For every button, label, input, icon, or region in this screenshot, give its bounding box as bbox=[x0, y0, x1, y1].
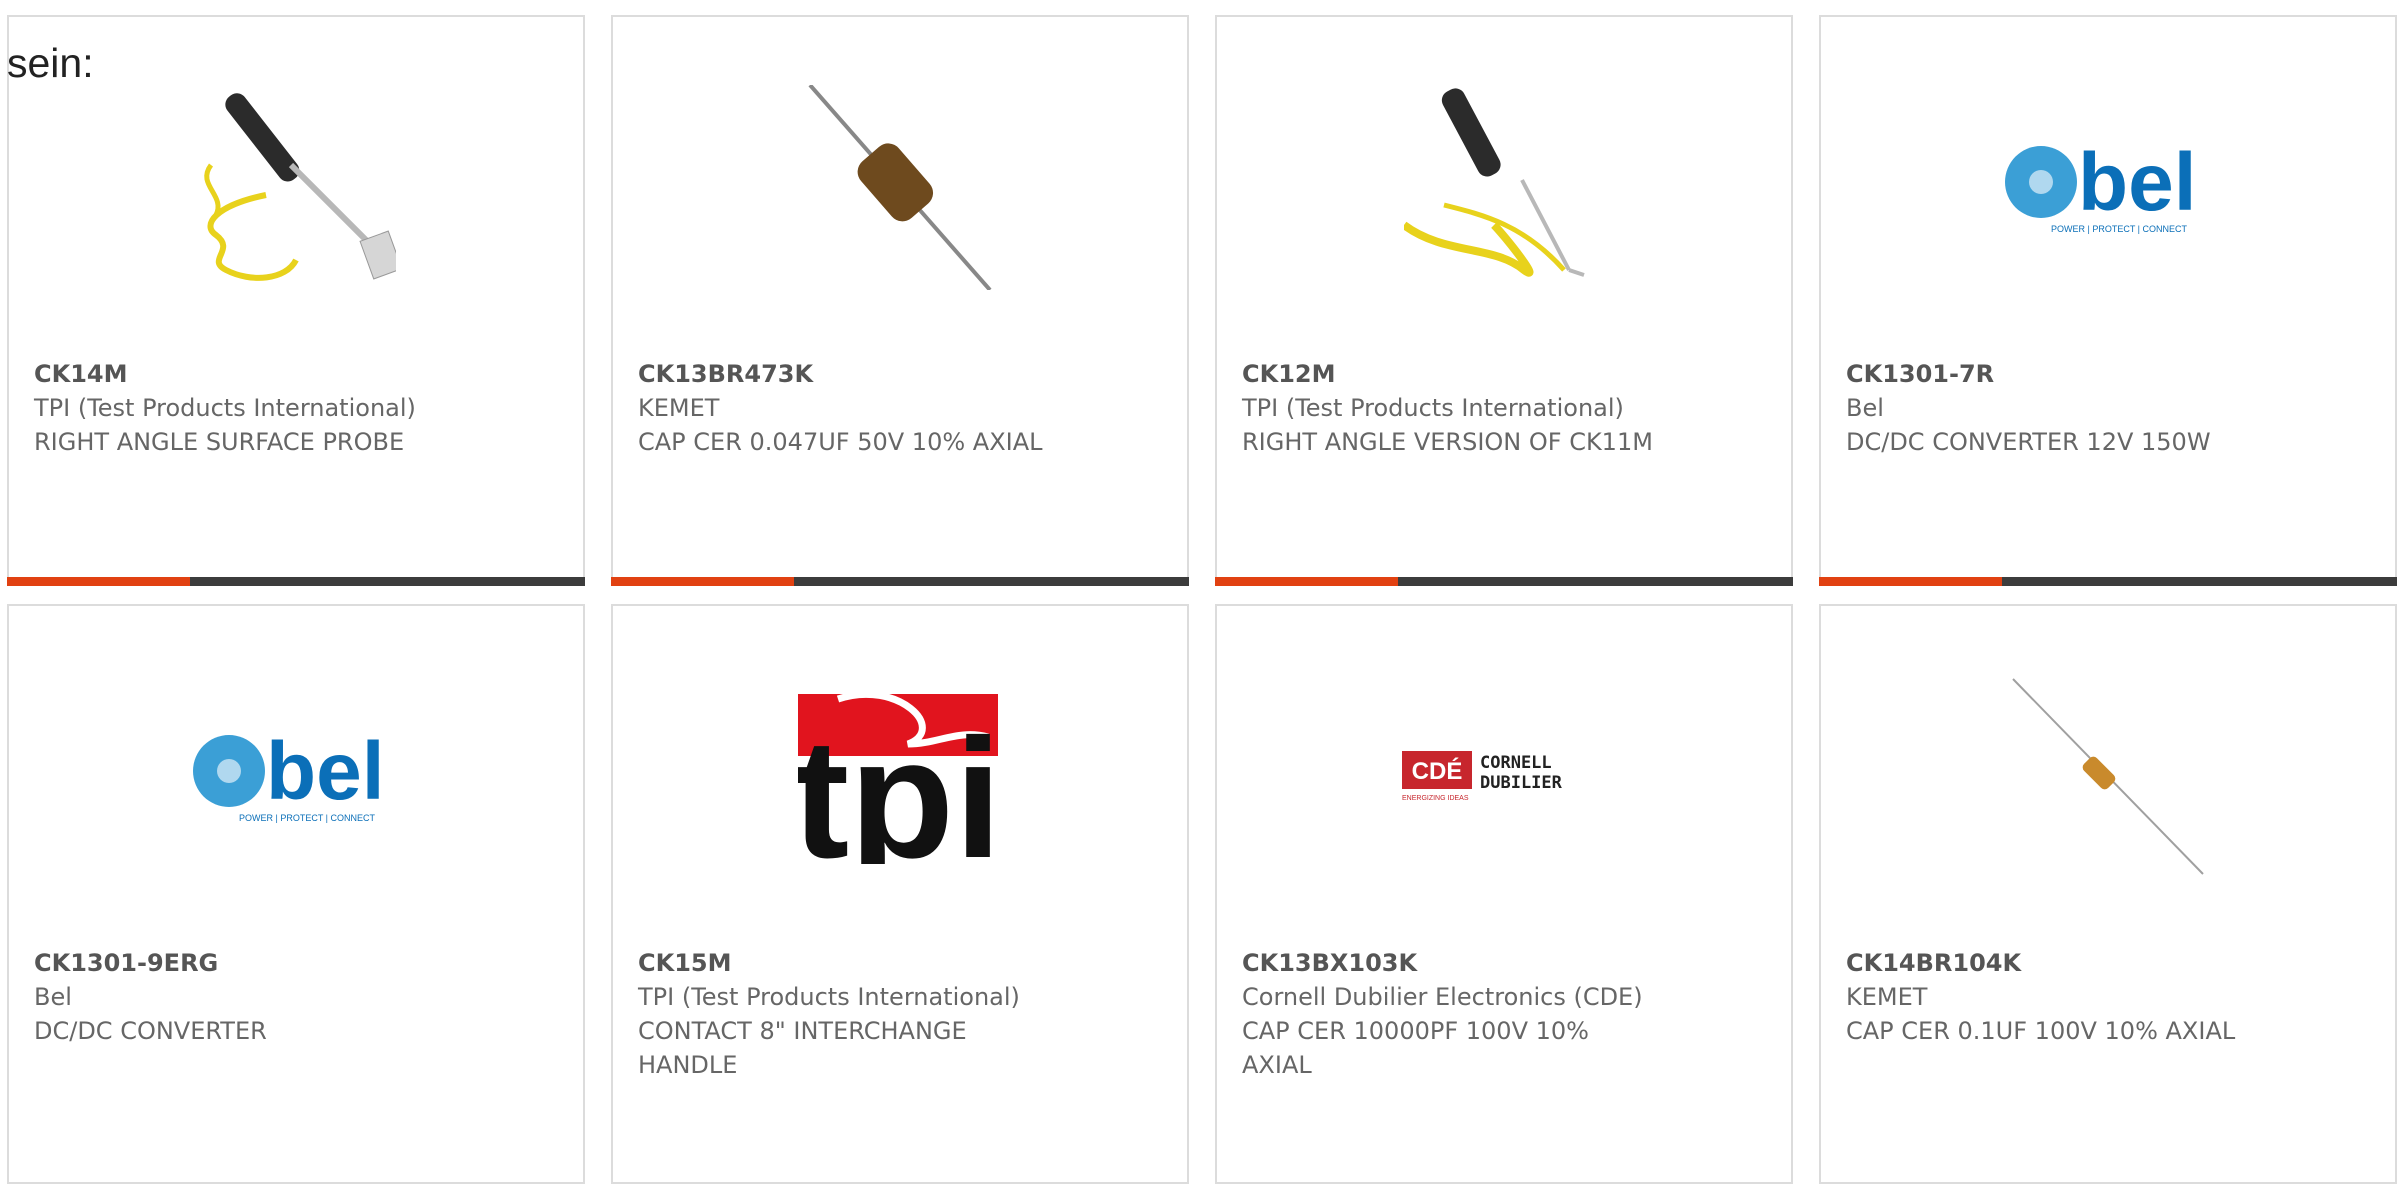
description: RIGHT ANGLE SURFACE PROBE bbox=[34, 428, 405, 456]
manufacturer: Cornell Dubilier Electronics (CDE) bbox=[1242, 983, 1643, 1011]
manufacturer: TPI (Test Products International) bbox=[34, 394, 416, 422]
product-card[interactable]: bel POWER | PROTECT | CONNECT CK1301-7R … bbox=[1819, 15, 2397, 586]
product-grid: CK14M TPI (Test Products International) … bbox=[0, 0, 2400, 1184]
manufacturer: KEMET bbox=[638, 394, 720, 422]
part-number[interactable]: CK13BX103K bbox=[1242, 946, 1771, 980]
description: CAP CER 0.1UF 100V 10% AXIAL bbox=[1846, 1017, 2236, 1045]
manufacturer: KEMET bbox=[1846, 983, 1928, 1011]
card-footer-bar bbox=[1215, 577, 1793, 586]
part-number[interactable]: CK1301-7R bbox=[1846, 357, 2375, 391]
product-card[interactable]: CK13BR473K KEMET CAP CER 0.047UF 50V 10%… bbox=[611, 15, 1189, 586]
intro-text: sein: bbox=[7, 40, 94, 86]
product-card[interactable]: CDÉ ENERGIZING IDEAS CORNELL DUBILIER CK… bbox=[1215, 604, 1793, 1184]
bel-logo: bel POWER | PROTECT | CONNECT bbox=[9, 606, 583, 946]
manufacturer: TPI (Test Products International) bbox=[638, 983, 1020, 1011]
description: RIGHT ANGLE VERSION OF CK11M bbox=[1242, 428, 1653, 456]
cde-logo-mark: CDÉ bbox=[1411, 757, 1462, 785]
description: DC/DC CONVERTER 12V 150W bbox=[1846, 428, 2211, 456]
product-card[interactable]: bel POWER | PROTECT | CONNECT CK1301-9ER… bbox=[7, 604, 585, 1184]
product-card[interactable]: CK14M TPI (Test Products International) … bbox=[7, 15, 585, 586]
cde-logo: CDÉ ENERGIZING IDEAS CORNELL DUBILIER bbox=[1217, 606, 1791, 946]
description: DC/DC CONVERTER bbox=[34, 1017, 267, 1045]
part-number[interactable]: CK14M bbox=[34, 357, 563, 391]
right-angle-probe-image bbox=[1217, 17, 1791, 357]
manufacturer: TPI (Test Products International) bbox=[1242, 394, 1624, 422]
part-number[interactable]: CK14BR104K bbox=[1846, 946, 2375, 980]
bel-logo-word: bel bbox=[266, 726, 384, 817]
thin-axial-capacitor-image bbox=[1821, 606, 2395, 946]
manufacturer: Bel bbox=[1846, 394, 1884, 422]
part-number[interactable]: CK12M bbox=[1242, 357, 1771, 391]
product-card[interactable]: CK12M TPI (Test Products International) … bbox=[1215, 15, 1793, 586]
product-card[interactable]: CK14BR104K KEMET CAP CER 0.1UF 100V 10% … bbox=[1819, 604, 2397, 1184]
cde-logo-line2: DUBILIER bbox=[1480, 773, 1563, 793]
bel-logo: bel POWER | PROTECT | CONNECT bbox=[1821, 17, 2395, 357]
axial-capacitor-image bbox=[613, 17, 1187, 357]
tpi-logo: tpi bbox=[613, 606, 1187, 946]
description: CAP CER 10000PF 100V 10% AXIAL bbox=[1242, 1017, 1589, 1079]
bel-logo-word: bel bbox=[2078, 137, 2196, 228]
cde-logo-tagline: ENERGIZING IDEAS bbox=[1402, 795, 1469, 802]
card-footer-bar bbox=[1819, 577, 2397, 586]
tpi-logo-word: tpi bbox=[798, 704, 1002, 864]
manufacturer: Bel bbox=[34, 983, 72, 1011]
card-footer-bar bbox=[7, 577, 585, 586]
part-number[interactable]: CK13BR473K bbox=[638, 357, 1167, 391]
product-card[interactable]: tpi CK15M TPI (Test Products Internation… bbox=[611, 604, 1189, 1184]
cde-logo-line1: CORNELL bbox=[1480, 753, 1552, 773]
description: CAP CER 0.047UF 50V 10% AXIAL bbox=[638, 428, 1043, 456]
description: CONTACT 8" INTERCHANGE HANDLE bbox=[638, 1017, 967, 1079]
card-footer-bar bbox=[611, 577, 1189, 586]
bel-logo-tagline: POWER | PROTECT | CONNECT bbox=[2051, 224, 2188, 234]
surface-probe-image bbox=[9, 17, 583, 357]
part-number[interactable]: CK1301-9ERG bbox=[34, 946, 563, 980]
bel-logo-tagline: POWER | PROTECT | CONNECT bbox=[239, 813, 376, 823]
part-number[interactable]: CK15M bbox=[638, 946, 1167, 980]
